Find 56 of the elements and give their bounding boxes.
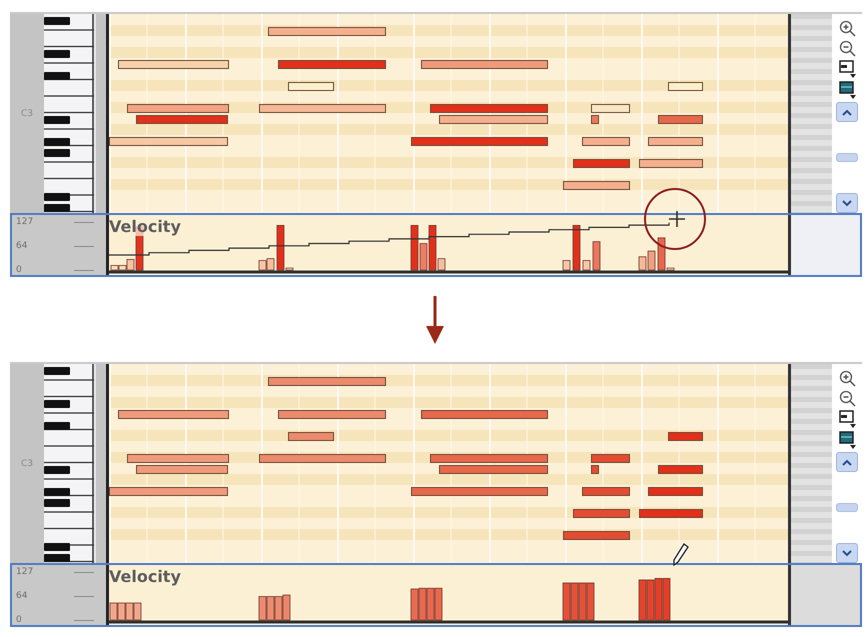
note-label: C3 [20, 458, 34, 468]
note-block[interactable] [278, 410, 386, 419]
note-block[interactable] [288, 432, 334, 441]
axis-tick-label: 127 [16, 217, 34, 227]
note-block[interactable] [259, 454, 386, 463]
lane-side-panel [791, 215, 860, 275]
scroll-down-button[interactable] [836, 193, 858, 213]
scroll-down-button[interactable] [836, 543, 858, 563]
zoom-out-icon[interactable] [838, 390, 856, 407]
chevron-down-icon [842, 200, 852, 206]
chevron-up-icon [842, 458, 852, 466]
note-block[interactable] [639, 159, 703, 168]
axis-tick-label: 64 [16, 591, 28, 601]
note-block[interactable] [582, 137, 630, 146]
note-block[interactable] [288, 82, 334, 91]
chevron-up-icon [842, 108, 852, 116]
axis-tick-label: 127 [16, 567, 34, 577]
lane-title: Velocity [109, 568, 181, 586]
note-block[interactable] [118, 60, 229, 69]
note-block[interactable] [268, 27, 386, 36]
note-block[interactable] [668, 82, 703, 91]
scroll-up-button[interactable] [836, 102, 858, 122]
scroll-thumb[interactable] [836, 503, 858, 512]
note-block[interactable] [127, 454, 229, 463]
view-menu-icon[interactable] [838, 60, 856, 78]
note-block[interactable] [136, 465, 228, 474]
note-block[interactable] [439, 115, 548, 124]
scroll-thumb[interactable] [836, 153, 858, 162]
note-label: C3 [20, 108, 34, 118]
note-block[interactable] [268, 377, 386, 386]
zoom-in-icon[interactable] [838, 370, 856, 387]
track-menu-icon[interactable] [838, 431, 856, 449]
note-block[interactable] [591, 115, 599, 124]
axis-tick-label: 64 [16, 241, 28, 251]
note-block[interactable] [109, 137, 228, 146]
note-block[interactable] [259, 104, 386, 113]
lane-title: Velocity [109, 218, 181, 236]
zoom-in-icon[interactable] [838, 20, 856, 37]
piano-keyboard-drawing[interactable] [44, 14, 96, 213]
note-block[interactable] [127, 104, 229, 113]
scroll-up-button[interactable] [836, 452, 858, 472]
note-block[interactable] [563, 181, 630, 190]
chevron-down-icon [842, 550, 852, 556]
note-block[interactable] [421, 60, 548, 69]
axis-tick-label: 0 [16, 615, 22, 625]
note-block[interactable] [648, 137, 703, 146]
axis-tick-label: 0 [16, 265, 22, 275]
lane-side-panel [791, 565, 860, 625]
piano-keyboard-drawing[interactable] [44, 364, 96, 563]
note-block[interactable] [118, 410, 229, 419]
track-menu-icon[interactable] [838, 81, 856, 99]
zoom-out-icon[interactable] [838, 40, 856, 57]
note-block[interactable] [109, 487, 228, 496]
view-menu-icon[interactable] [838, 410, 856, 428]
down-arrow-icon [426, 296, 444, 344]
note-block[interactable] [591, 104, 630, 113]
